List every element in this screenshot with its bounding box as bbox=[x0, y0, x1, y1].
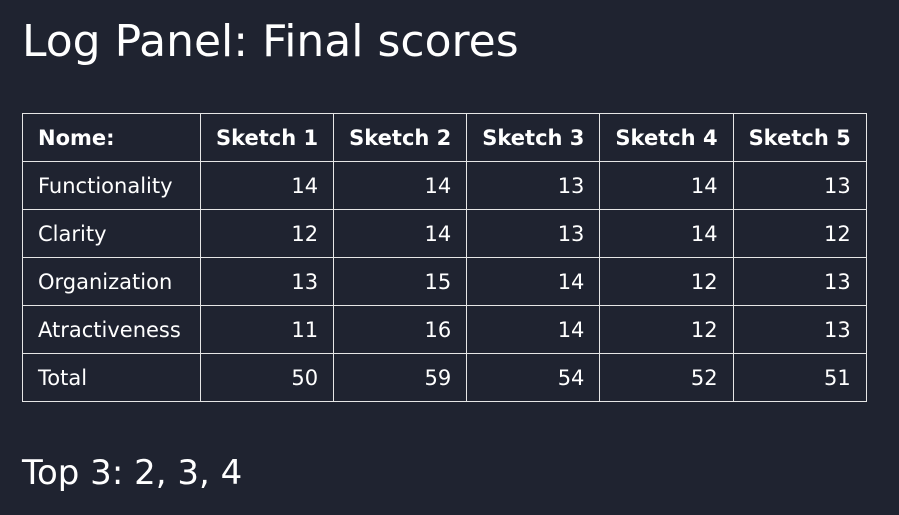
score-cell: 13 bbox=[199, 257, 335, 306]
score-cell: 14 bbox=[333, 209, 468, 258]
row-label: Organization bbox=[22, 257, 201, 306]
score-cell: 13 bbox=[732, 161, 867, 210]
score-cell: 14 bbox=[599, 209, 734, 258]
table-row-clarity: Clarity 12 14 13 14 12 bbox=[22, 209, 867, 258]
row-label: Clarity bbox=[22, 209, 201, 258]
score-cell: 13 bbox=[466, 209, 601, 258]
table-row-total: Total 50 59 54 52 51 bbox=[22, 353, 867, 402]
score-cell: 12 bbox=[599, 305, 734, 354]
row-label: Total bbox=[22, 353, 201, 402]
score-cell: 13 bbox=[732, 257, 867, 306]
total-cell: 51 bbox=[732, 353, 867, 402]
row-label: Atractiveness bbox=[22, 305, 201, 354]
top-3-summary: Top 3: 2, 3, 4 bbox=[22, 453, 243, 493]
score-cell: 14 bbox=[466, 305, 601, 354]
score-cell: 11 bbox=[199, 305, 335, 354]
score-cell: 12 bbox=[732, 209, 867, 258]
score-cell: 16 bbox=[333, 305, 468, 354]
table-row-organization: Organization 13 15 14 12 13 bbox=[22, 257, 867, 306]
header-sketch-1: Sketch 1 bbox=[199, 113, 335, 162]
log-panel: Log Panel: Final scores Nome: Sketch 1 S… bbox=[0, 0, 899, 515]
total-cell: 50 bbox=[199, 353, 335, 402]
header-sketch-5: Sketch 5 bbox=[732, 113, 867, 162]
table-header-row: Nome: Sketch 1 Sketch 2 Sketch 3 Sketch … bbox=[22, 113, 867, 162]
total-cell: 54 bbox=[466, 353, 601, 402]
score-cell: 15 bbox=[333, 257, 468, 306]
row-label: Functionality bbox=[22, 161, 201, 210]
page-title: Log Panel: Final scores bbox=[22, 16, 519, 67]
score-cell: 12 bbox=[199, 209, 335, 258]
header-sketch-4: Sketch 4 bbox=[599, 113, 734, 162]
total-cell: 52 bbox=[599, 353, 734, 402]
header-name: Nome: bbox=[22, 113, 201, 162]
score-cell: 14 bbox=[199, 161, 335, 210]
score-cell: 14 bbox=[466, 257, 601, 306]
score-cell: 13 bbox=[466, 161, 601, 210]
scores-table: Nome: Sketch 1 Sketch 2 Sketch 3 Sketch … bbox=[22, 113, 867, 402]
header-sketch-3: Sketch 3 bbox=[466, 113, 601, 162]
total-cell: 59 bbox=[333, 353, 468, 402]
table-row-atractiveness: Atractiveness 11 16 14 12 13 bbox=[22, 305, 867, 354]
table-row-functionality: Functionality 14 14 13 14 13 bbox=[22, 161, 867, 210]
score-cell: 14 bbox=[333, 161, 468, 210]
header-sketch-2: Sketch 2 bbox=[333, 113, 468, 162]
score-cell: 13 bbox=[732, 305, 867, 354]
score-cell: 14 bbox=[599, 161, 734, 210]
score-cell: 12 bbox=[599, 257, 734, 306]
